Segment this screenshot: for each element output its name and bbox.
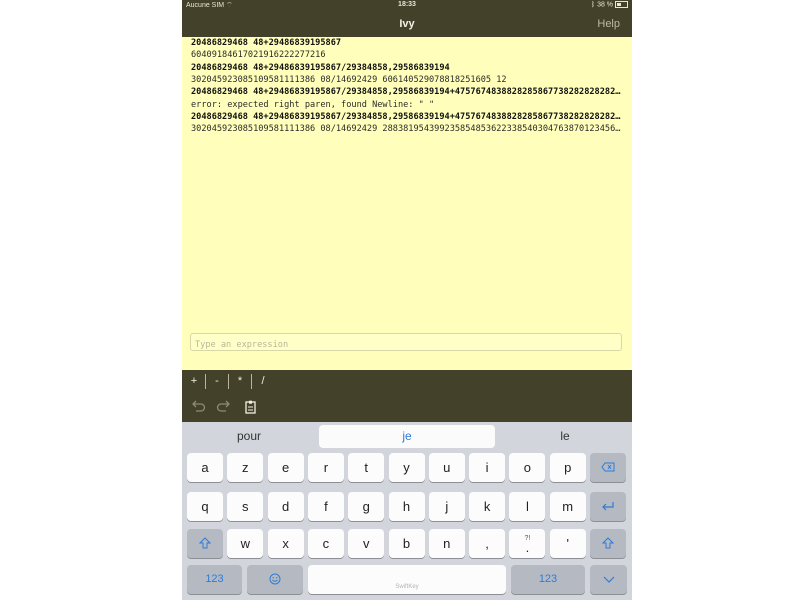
output-line: 302045923085109581111386 08/14692429 288…: [191, 124, 623, 135]
swiftkey-brand: SwiftKey: [395, 584, 419, 590]
key-h[interactable]: h: [388, 492, 425, 521]
key-apostrophe[interactable]: ': [549, 529, 586, 558]
key-x[interactable]: x: [267, 529, 304, 558]
edit-toolbar: [182, 392, 632, 422]
emoji-icon: [269, 573, 281, 585]
key-d[interactable]: d: [267, 492, 304, 521]
help-button[interactable]: Help: [597, 18, 620, 30]
battery-icon: [615, 1, 628, 8]
paste-icon[interactable]: [243, 400, 259, 414]
output-line: 60409184617021916222277216: [191, 50, 326, 61]
return-icon: [602, 502, 614, 511]
numbers-key-left[interactable]: 123: [187, 565, 242, 594]
key-l[interactable]: l: [509, 492, 546, 521]
bluetooth-icon: ᛒ: [590, 1, 596, 9]
key-q[interactable]: q: [187, 492, 223, 521]
key-z[interactable]: z: [227, 453, 264, 482]
undo-icon[interactable]: [190, 400, 206, 414]
key-a[interactable]: a: [187, 453, 223, 482]
hide-keyboard-icon: [603, 576, 614, 583]
key-punctuation[interactable]: ?!.: [509, 529, 546, 558]
op-plus-button[interactable]: +: [183, 370, 205, 392]
backspace-key[interactable]: [590, 453, 626, 482]
suggestion-right[interactable]: le: [498, 425, 632, 448]
shift-key-right[interactable]: [590, 529, 626, 558]
suggestion-center[interactable]: je: [319, 425, 495, 448]
key-v[interactable]: v: [348, 529, 385, 558]
input-line: 20486829468 48+29486839195867/29384858,2…: [191, 87, 623, 98]
nav-bar: Ivy Help: [182, 12, 632, 37]
key-g[interactable]: g: [348, 492, 385, 521]
key-p[interactable]: p: [549, 453, 586, 482]
key-r[interactable]: r: [307, 453, 344, 482]
return-key[interactable]: [590, 492, 626, 521]
key-k[interactable]: k: [469, 492, 506, 521]
app-window: Aucune SIM ⌔ 18:33 ᛒ 38 % Ivy Help 20486…: [182, 0, 632, 600]
battery-status: ᛒ 38 %: [591, 1, 628, 8]
op-minus-button[interactable]: -: [206, 370, 228, 392]
operator-bar: + - * /: [182, 370, 632, 392]
key-e[interactable]: e: [267, 453, 304, 482]
app-title: Ivy: [399, 18, 415, 30]
shift-key-left[interactable]: [187, 529, 223, 558]
key-b[interactable]: b: [388, 529, 425, 558]
input-line: 20486829468 48+29486839195867/29384858,2…: [191, 62, 450, 73]
key-m[interactable]: m: [549, 492, 586, 521]
key-s[interactable]: s: [227, 492, 264, 521]
key-i[interactable]: i: [469, 453, 506, 482]
op-divide-button[interactable]: /: [252, 370, 274, 392]
output-line: 302045923085109581111386 08/14692429 606…: [191, 74, 507, 85]
expression-field[interactable]: [190, 333, 622, 353]
hide-keyboard-key[interactable]: [590, 565, 627, 594]
suggestion-bar: pour je le: [182, 422, 632, 450]
output-line: error: expected right paren, found Newli…: [191, 99, 435, 110]
output-console: 20486829468 48+29486839195867 60409184617…: [182, 37, 632, 370]
key-o[interactable]: o: [509, 453, 546, 482]
shift-icon: [601, 537, 615, 549]
expression-input[interactable]: [191, 337, 619, 353]
keyboard: a z e r t y u i o p q s d f g h j k l m w x c v b n,?!. ' 123 SwiftK…: [182, 450, 632, 600]
input-line: 20486829468 48+29486839195867/29384858,2…: [191, 111, 623, 122]
status-bar: Aucune SIM ⌔ 18:33 ᛒ 38 %: [182, 0, 632, 12]
redo-icon[interactable]: [216, 400, 232, 414]
status-time: 18:33: [398, 1, 416, 8]
backspace-icon: [601, 462, 615, 472]
suggestion-left[interactable]: pour: [182, 425, 316, 448]
key-n[interactable]: n: [428, 529, 465, 558]
key-j[interactable]: j: [428, 492, 465, 521]
key-punctuation-bottom: .: [525, 540, 530, 555]
key-u[interactable]: u: [428, 453, 465, 482]
op-times-button[interactable]: *: [229, 370, 251, 392]
input-line: 20486829468 48+29486839195867: [191, 38, 342, 48]
shift-icon: [198, 537, 212, 549]
key-f[interactable]: f: [307, 492, 344, 521]
key-t[interactable]: t: [348, 453, 385, 482]
key-w[interactable]: w: [227, 529, 264, 558]
numbers-key-right[interactable]: 123: [511, 565, 585, 594]
key-y[interactable]: y: [388, 453, 425, 482]
key-c[interactable]: c: [307, 529, 344, 558]
emoji-key[interactable]: [247, 565, 303, 594]
space-bar[interactable]: SwiftKey: [308, 565, 506, 594]
key-comma[interactable]: ,: [469, 529, 506, 558]
